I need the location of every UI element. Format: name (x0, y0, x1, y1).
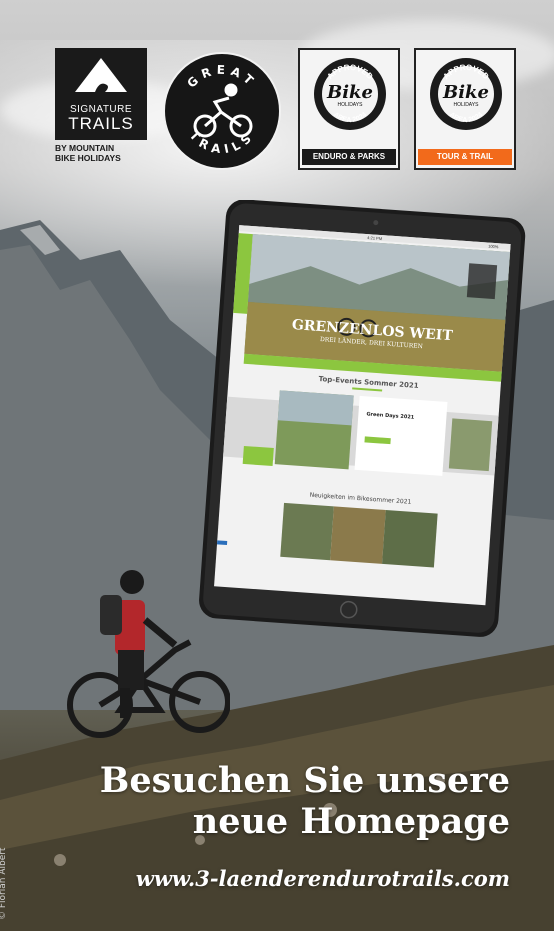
logo-sub2: BIKE HOLIDAYS (55, 153, 121, 163)
svg-text:APPROVED: APPROVED (325, 63, 374, 81)
badge-approved: APPROVED (325, 63, 374, 81)
badge-enduro-parks: APPROVED AREA 2024 Bike HOLIDAYS ENDURO … (298, 48, 400, 170)
svg-text:AREA 2024: AREA 2024 (448, 111, 484, 124)
mountain-biker-illustration (67, 570, 230, 738)
great-text: GREAT (184, 63, 254, 91)
svg-text:GREAT: GREAT (184, 63, 259, 91)
badge-script: Bike (442, 82, 489, 103)
svg-text:AREA 2024: AREA 2024 (332, 111, 368, 124)
tablet-mockup: 4:21 PM 100% GRENZENLOS WEIT DREI LÄNDER… (190, 200, 530, 640)
badge-mid: HOLIDAYS (338, 102, 364, 108)
logo-sub1: BY MOUNTAIN (55, 143, 115, 153)
headline-line2: neue Homepage (192, 801, 510, 842)
website-url[interactable]: www.3-laenderendurotrails.com (40, 866, 510, 891)
headline-line1: Besuchen Sie unsere (99, 760, 510, 801)
badge-area: AREA 2024 (332, 111, 368, 124)
badge-area: AREA 2024 (448, 111, 484, 124)
badge-approved: APPROVED (441, 63, 490, 81)
biker-icon (193, 83, 253, 138)
great-trails-logo: GREAT TRAILS (163, 52, 281, 170)
great-trails-emblem: GREAT TRAILS (184, 63, 259, 157)
status-time: 4:21 PM (367, 235, 382, 241)
tablet-device: 4:21 PM 100% GRENZENLOS WEIT DREI LÄNDER… (199, 200, 526, 637)
svg-text:APPROVED: APPROVED (441, 63, 490, 81)
signature-trails-logo: SIGNATURE TRAILS BY MOUNTAIN BIKE HOLIDA… (55, 48, 147, 172)
headline: Besuchen Sie unsere neue Homepage (50, 760, 510, 842)
logo-line2: TRAILS (68, 114, 134, 133)
advertisement: SIGNATURE TRAILS BY MOUNTAIN BIKE HOLIDA… (0, 0, 554, 931)
badge-label: TOUR & TRAIL (418, 149, 512, 165)
badge-mid: HOLIDAYS (454, 102, 480, 108)
status-battery: 100% (488, 244, 499, 250)
mountain-logo-icon (75, 58, 127, 92)
photo-credit: © Florian Albert (0, 848, 68, 920)
approved-seal-icon: APPROVED AREA 2024 Bike HOLIDAYS (314, 58, 386, 130)
badge-label: ENDURO & PARKS (302, 149, 396, 165)
approved-seal-icon: APPROVED AREA 2024 Bike HOLIDAYS (430, 58, 502, 130)
badge-script: Bike (326, 82, 373, 103)
badge-tour-trail: APPROVED AREA 2024 Bike HOLIDAYS TOUR & … (414, 48, 516, 170)
